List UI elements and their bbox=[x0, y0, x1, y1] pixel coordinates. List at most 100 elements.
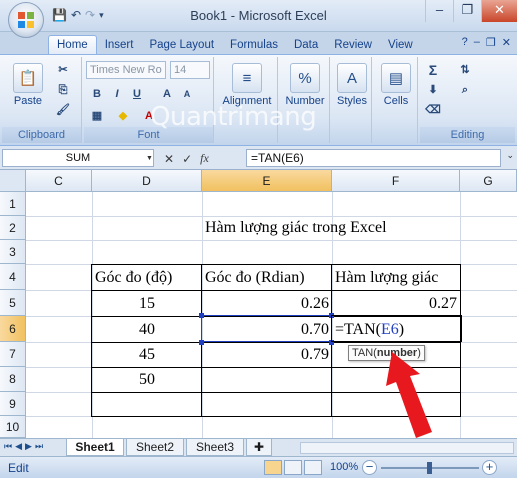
cell-d4[interactable]: Góc đo (độ) bbox=[92, 265, 175, 290]
zoom-level[interactable]: 100% bbox=[330, 461, 358, 473]
underline-button[interactable]: U bbox=[128, 85, 146, 103]
clipboard-group-label: Clipboard bbox=[2, 127, 81, 143]
tab-review[interactable]: Review bbox=[326, 36, 380, 54]
cell-d6[interactable]: 40 bbox=[92, 317, 202, 342]
help-icon[interactable]: ? bbox=[462, 36, 468, 49]
format-painter-icon[interactable]: 🖌 bbox=[54, 101, 72, 119]
editing-group-label: Editing bbox=[420, 127, 515, 143]
column-header-g[interactable]: G bbox=[460, 170, 517, 192]
zoom-slider-thumb[interactable] bbox=[427, 462, 432, 474]
copy-icon[interactable]: ⎘ bbox=[54, 81, 72, 99]
ribbon-minimize-icon[interactable]: – bbox=[474, 36, 480, 49]
number-button[interactable]: % Number bbox=[282, 63, 328, 107]
office-logo-icon bbox=[18, 12, 34, 28]
formula-input[interactable]: =TAN(E6) bbox=[246, 149, 501, 167]
sheet-tab-sheet3[interactable]: Sheet3 bbox=[186, 439, 244, 456]
column-header-c[interactable]: C bbox=[26, 170, 92, 192]
next-sheet-icon[interactable]: ▶ bbox=[25, 441, 32, 452]
cut-icon[interactable]: ✂ bbox=[54, 61, 72, 79]
reference-handle[interactable] bbox=[199, 313, 204, 318]
zoom-in-button[interactable]: + bbox=[482, 460, 497, 475]
column-header-e[interactable]: E bbox=[202, 170, 332, 192]
row-header-1[interactable]: 1 bbox=[0, 192, 26, 216]
watermark-logo: Quantrimang bbox=[150, 102, 317, 132]
cell-f5[interactable]: 0.27 bbox=[332, 291, 460, 316]
page-break-view-icon[interactable] bbox=[304, 460, 322, 475]
find-select-icon[interactable]: ⌕ bbox=[456, 81, 474, 99]
horizontal-scrollbar[interactable] bbox=[300, 442, 514, 454]
ribbon-close-icon[interactable]: ✕ bbox=[502, 36, 511, 49]
window-controls: – ❐ ✕ bbox=[425, 0, 517, 22]
styles-button[interactable]: A Styles bbox=[332, 63, 372, 107]
column-header-d[interactable]: D bbox=[92, 170, 202, 192]
last-sheet-icon[interactable]: ⏭ bbox=[35, 441, 43, 452]
row-header-6[interactable]: 6 bbox=[0, 316, 26, 342]
row-header-10[interactable]: 10 bbox=[0, 416, 26, 438]
row-header-8[interactable]: 8 bbox=[0, 367, 26, 392]
close-button[interactable]: ✕ bbox=[481, 0, 517, 22]
cells-button[interactable]: ▤ Cells bbox=[376, 63, 416, 107]
select-all-corner[interactable] bbox=[0, 170, 26, 192]
chevron-down-icon[interactable]: ▼ bbox=[146, 155, 153, 162]
row-header-7[interactable]: 7 bbox=[0, 342, 26, 367]
font-name-field[interactable]: Times New Ro bbox=[86, 61, 166, 79]
cell-d8[interactable]: 50 bbox=[92, 368, 202, 392]
worksheet-grid[interactable]: C D E F G 1 2 3 4 5 6 7 8 9 10 Hàm lượng… bbox=[0, 170, 517, 438]
formula-bar: SUM ▼ ✕ ✓ fx =TAN(E6) ⌄ bbox=[0, 146, 517, 170]
borders-icon[interactable]: ▦ bbox=[88, 107, 106, 125]
cell-e5[interactable]: 0.26 bbox=[202, 291, 332, 316]
sheet-tab-sheet2[interactable]: Sheet2 bbox=[126, 439, 184, 456]
tab-data[interactable]: Data bbox=[286, 36, 326, 54]
tab-page-layout[interactable]: Page Layout bbox=[141, 36, 222, 54]
reference-handle[interactable] bbox=[199, 340, 204, 345]
italic-button[interactable]: I bbox=[108, 85, 126, 103]
first-sheet-icon[interactable]: ⏮ bbox=[4, 441, 12, 452]
alignment-button[interactable]: ≡ Alignment bbox=[218, 63, 276, 107]
increase-font-icon[interactable]: A bbox=[158, 85, 176, 103]
prev-sheet-icon[interactable]: ◀ bbox=[15, 441, 22, 452]
editing-group: Σ ⇅ ⬇ ⌕ ⌫ Editing bbox=[420, 57, 515, 143]
column-header-f[interactable]: F bbox=[332, 170, 460, 192]
bold-button[interactable]: B bbox=[88, 85, 106, 103]
gridline bbox=[26, 240, 517, 241]
fx-icon[interactable]: fx bbox=[200, 151, 209, 166]
paste-button[interactable]: 📋 Paste bbox=[8, 63, 48, 107]
cell-d7[interactable]: 45 bbox=[92, 343, 202, 367]
tab-view[interactable]: View bbox=[380, 36, 421, 54]
row-header-4[interactable]: 4 bbox=[0, 264, 26, 290]
fill-icon[interactable]: ⬇ bbox=[424, 81, 442, 99]
row-header-2[interactable]: 2 bbox=[0, 216, 26, 240]
tab-home[interactable]: Home bbox=[48, 35, 97, 54]
tab-insert[interactable]: Insert bbox=[97, 36, 142, 54]
maximize-button[interactable]: ❐ bbox=[453, 0, 481, 22]
page-layout-view-icon[interactable] bbox=[284, 460, 302, 475]
cell-f4[interactable]: Hàm lượng giác bbox=[332, 265, 441, 290]
sort-filter-icon[interactable]: ⇅ bbox=[456, 61, 474, 79]
cell-e2-title[interactable]: Hàm lượng giác trong Excel bbox=[202, 216, 462, 240]
cell-e7[interactable]: 0.79 bbox=[202, 343, 332, 367]
name-box[interactable]: SUM bbox=[2, 149, 154, 167]
minimize-button[interactable]: – bbox=[425, 0, 453, 22]
ribbon-restore-icon[interactable]: ❐ bbox=[486, 36, 496, 49]
cell-d5[interactable]: 15 bbox=[92, 291, 202, 316]
zoom-out-button[interactable]: − bbox=[362, 460, 377, 475]
tab-formulas[interactable]: Formulas bbox=[222, 36, 286, 54]
insert-sheet-button[interactable]: ✚ bbox=[246, 439, 272, 456]
row-header-3[interactable]: 3 bbox=[0, 240, 26, 264]
expand-formula-icon[interactable]: ⌄ bbox=[506, 150, 514, 161]
office-button[interactable] bbox=[8, 2, 44, 38]
cells-label: Cells bbox=[383, 95, 409, 107]
view-buttons bbox=[264, 460, 322, 475]
decrease-font-icon[interactable]: A bbox=[178, 85, 196, 103]
row-header-9[interactable]: 9 bbox=[0, 392, 26, 416]
row-header-5[interactable]: 5 bbox=[0, 290, 26, 316]
sheet-tab-sheet1[interactable]: Sheet1 bbox=[66, 439, 124, 456]
autosum-icon[interactable]: Σ bbox=[424, 61, 442, 79]
normal-view-icon[interactable] bbox=[264, 460, 282, 475]
font-size-field[interactable]: 14 bbox=[170, 61, 210, 79]
cell-e4[interactable]: Góc đo (Rdian) bbox=[202, 265, 308, 290]
clear-icon[interactable]: ⌫ bbox=[424, 101, 442, 119]
fill-color-icon[interactable]: ◆ bbox=[114, 107, 132, 125]
cancel-icon[interactable]: ✕ bbox=[164, 152, 174, 166]
enter-icon[interactable]: ✓ bbox=[182, 152, 192, 166]
